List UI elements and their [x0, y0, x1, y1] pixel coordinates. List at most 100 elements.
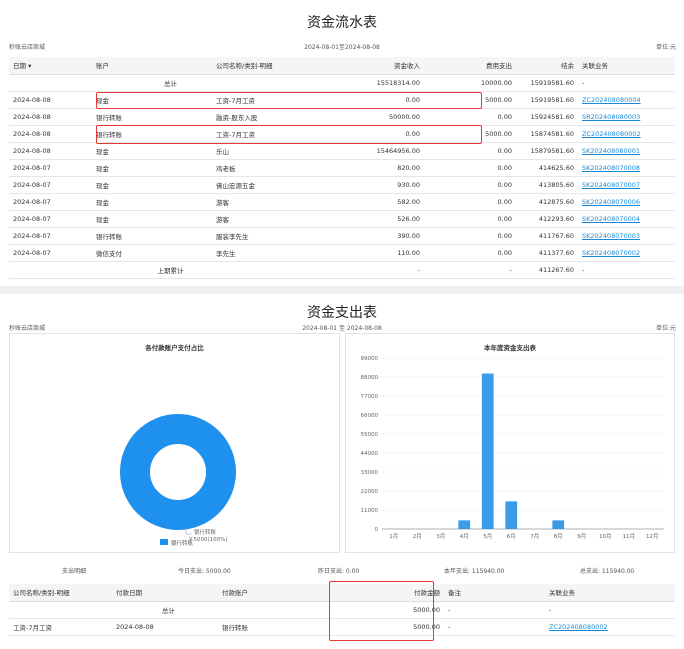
- total-expense: 10000.00: [424, 74, 516, 92]
- row-balance: 15919581.60: [516, 91, 578, 109]
- donut-label-name: 银行转账: [194, 528, 217, 536]
- row-expense: 0.00: [424, 193, 516, 211]
- row-account: 银行转账: [92, 227, 212, 245]
- prev-expense: -: [424, 261, 516, 279]
- summary-today: 今日支出: 5000.00: [178, 568, 231, 575]
- row-company: 李先生: [212, 244, 332, 262]
- row-income: 390.00: [332, 227, 424, 245]
- row-account: 现金: [92, 193, 212, 211]
- row-link-cell: SK202408070004: [578, 210, 675, 228]
- summary-total: 总支出: 115940.00: [580, 568, 635, 575]
- prev-income: -: [332, 261, 424, 279]
- row-company: 工资-7月工资: [212, 125, 332, 143]
- y-tick-label: 66000: [361, 413, 379, 419]
- bar[interactable]: [458, 520, 471, 529]
- row-link-cell: SK202408070003: [578, 227, 675, 245]
- related-link[interactable]: SK202408070006: [582, 198, 640, 206]
- balance-header: 结余: [516, 57, 578, 75]
- summary-label: 支出明细: [62, 568, 87, 575]
- row-company: 佛山宏源五金: [212, 176, 332, 194]
- expense-date-range: 2024-08-01 至 2024-08-08: [302, 325, 382, 332]
- y-tick-label: 77000: [361, 394, 379, 400]
- legend-swatch: [160, 539, 168, 545]
- row-link-cell: SK202408070002: [578, 244, 675, 262]
- row-balance: 412875.60: [516, 193, 578, 211]
- row-account: 现金: [92, 142, 212, 160]
- row-date: 2024-08-08: [9, 142, 92, 160]
- row-balance: 414625.60: [516, 159, 578, 177]
- donut-label-value: ￥5000(100%): [188, 536, 228, 543]
- donut-chart: 银行转账￥5000(100%)银行转账: [120, 414, 236, 547]
- related-link[interactable]: SR202408080003: [582, 113, 640, 121]
- row-company: 鸡老板: [212, 159, 332, 177]
- related-link[interactable]: SK202408080001: [582, 147, 640, 155]
- y-tick-label: 44000: [361, 451, 379, 457]
- related-link[interactable]: ZC202408080002: [549, 623, 608, 631]
- related-link[interactable]: ZC202408080004: [582, 96, 641, 104]
- bar[interactable]: [481, 373, 494, 529]
- flow-date-range: 2024-08-01至2024-08-08: [304, 44, 380, 51]
- row-link-cell: SK202408080001: [578, 142, 675, 160]
- expense-header-row: 公司名称/类别-明细 付款日期 付款账户 付款金额 备注 关联业务: [9, 584, 675, 602]
- row-date: 2024-08-07: [9, 193, 92, 211]
- row-date: 2024-08-08: [112, 618, 218, 636]
- row-balance: 15879581.60: [516, 142, 578, 160]
- pay-amount-header: 付款金额: [328, 584, 444, 602]
- row-balance: 413805.60: [516, 176, 578, 194]
- related-link[interactable]: SK202408070003: [582, 232, 640, 240]
- x-tick-label: 5月: [483, 533, 492, 540]
- row-income: 820.00: [332, 159, 424, 177]
- company-header: 公司名称/类别-明细: [212, 57, 332, 75]
- x-tick-label: 9月: [577, 533, 586, 540]
- row-income: 0.00: [332, 91, 424, 109]
- section-divider: [0, 286, 684, 294]
- row-date: 2024-08-07: [9, 159, 92, 177]
- related-link[interactable]: SK202408070007: [582, 181, 640, 189]
- x-tick-label: 7月: [530, 533, 539, 540]
- row-amount: 5000.00: [328, 618, 444, 636]
- related-link[interactable]: ZC202408080002: [582, 130, 641, 138]
- row-account: 银行转账: [218, 618, 328, 636]
- table-row: 2024-08-07 现金 鸡老板 820.00 0.00 414625.60 SK2024…: [9, 159, 675, 177]
- prev-link: -: [578, 261, 675, 279]
- sort-date-header[interactable]: 日期 ▾: [9, 57, 92, 75]
- flow-header-row: 日期 ▾ 账户 公司名称/类别-明细 资金收入 费用支出 结余 关联业务: [9, 57, 675, 75]
- table-row: 2024-08-08 银行转账 工资-7月工资 0.00 5000.00 15874581…: [9, 125, 675, 143]
- total-link: -: [545, 601, 675, 619]
- total-amount: 5000.00: [328, 601, 444, 619]
- bar[interactable]: [505, 501, 518, 529]
- table-row: 2024-08-07 微信支付 李先生 110.00 0.00 411377.60 SK20…: [9, 244, 675, 262]
- donut-slice[interactable]: [120, 414, 236, 530]
- row-account: 现金: [92, 159, 212, 177]
- total-income: 15518314.00: [332, 74, 424, 92]
- pay-date-header: 付款日期: [112, 584, 218, 602]
- x-tick-label: 1月: [389, 533, 398, 540]
- row-expense: 0.00: [424, 142, 516, 160]
- x-tick-label: 12月: [646, 533, 659, 540]
- total-link: -: [578, 74, 675, 92]
- y-tick-label: 33000: [361, 470, 379, 476]
- table-row: 2024-08-07 现金 游客 526.00 0.00 412293.60 SK20240…: [9, 210, 675, 228]
- flow-total-row: 总计 15518314.00 10000.00 15919581.60 -: [9, 74, 675, 92]
- related-link[interactable]: SK202408070008: [582, 164, 640, 172]
- table-row: 2024-08-07 银行转账 服装李先生 390.00 0.00 411767.60 SK…: [9, 227, 675, 245]
- expense-unit: 单位:元: [655, 325, 676, 332]
- table-row: 2024-08-08 银行转账 融资-股东入股 50000.00 0.00 1592458…: [9, 108, 675, 126]
- related-header: 关联业务: [545, 584, 675, 602]
- row-balance: 15924581.60: [516, 108, 578, 126]
- bar[interactable]: [552, 520, 565, 529]
- row-account: 银行转账: [92, 125, 212, 143]
- legend-label[interactable]: 银行转账: [171, 539, 194, 547]
- row-date: 2024-08-08: [9, 108, 92, 126]
- row-link-cell: SR202408080003: [578, 108, 675, 126]
- company-header: 公司名称/类别-明细: [9, 584, 112, 602]
- related-link[interactable]: SK202408070002: [582, 249, 640, 257]
- row-account: 银行转账: [92, 108, 212, 126]
- row-company: 工资-7月工资: [9, 618, 112, 636]
- total-label: 总计: [9, 74, 332, 92]
- row-date: 2024-08-07: [9, 176, 92, 194]
- row-date: 2024-08-07: [9, 244, 92, 262]
- y-tick-label: 0: [375, 527, 379, 533]
- related-link[interactable]: SK202408070004: [582, 215, 640, 223]
- table-row: 工资-7月工资 2024-08-08 银行转账 5000.00 - ZC2024…: [9, 618, 675, 636]
